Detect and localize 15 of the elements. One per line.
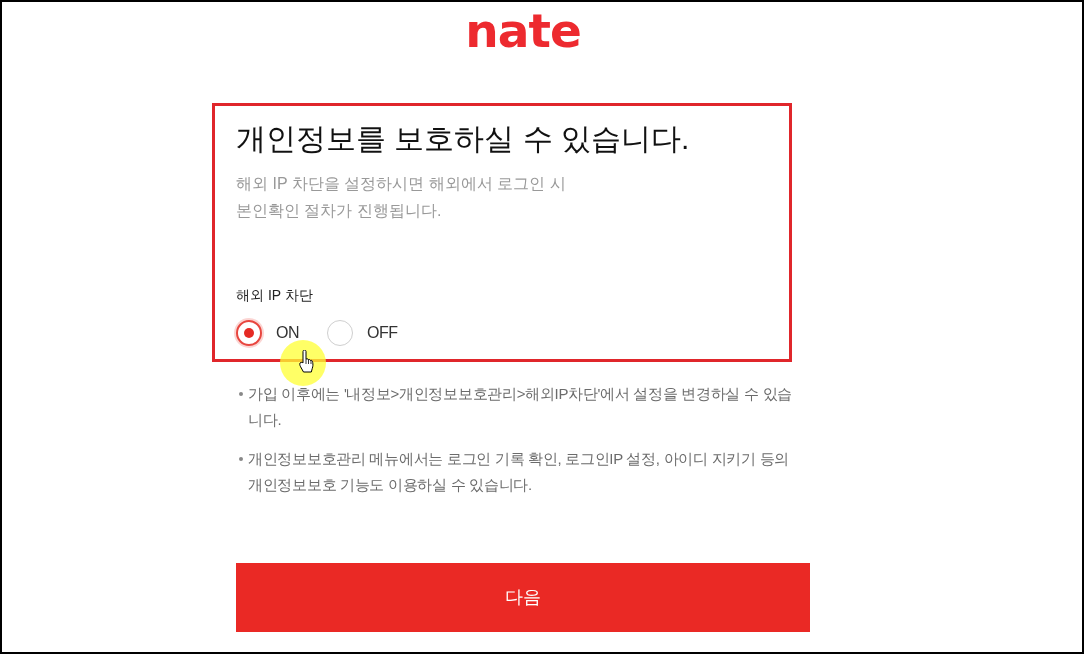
- nate-logo: nate: [465, 7, 581, 54]
- cursor-highlight: [280, 340, 326, 386]
- bullet-icon: [239, 392, 243, 396]
- hand-cursor-icon: [299, 350, 316, 373]
- note-text: 개인정보보호관리 메뉴에서는 로그인 기록 확인, 로그인IP 설정, 아이디 지키기 등의 개인정보보호 기능도 이용하실 수 있습니다.: [248, 449, 790, 495]
- radio-label[interactable]: ON: [276, 323, 299, 343]
- next-button[interactable]: 다음: [236, 563, 810, 632]
- heading: 개인정보를 보호하실 수 있습니다.: [236, 121, 690, 157]
- note-text: 가입 이후에는 '내정보>개인정보보호관리>해외IP차단'에서 설정을 변경하실 수 있습니다.: [248, 384, 793, 430]
- radio-button[interactable]: [327, 320, 353, 346]
- radio-button[interactable]: [236, 320, 262, 346]
- setting-label: 해외 IP 차단: [236, 286, 313, 305]
- bullet-icon: [239, 457, 243, 461]
- radio-label[interactable]: OFF: [367, 323, 398, 343]
- description: 해외 IP 차단을 설정하시면 해외에서 로그인 시 본인확인 절차가 진행됩니다.: [236, 174, 566, 221]
